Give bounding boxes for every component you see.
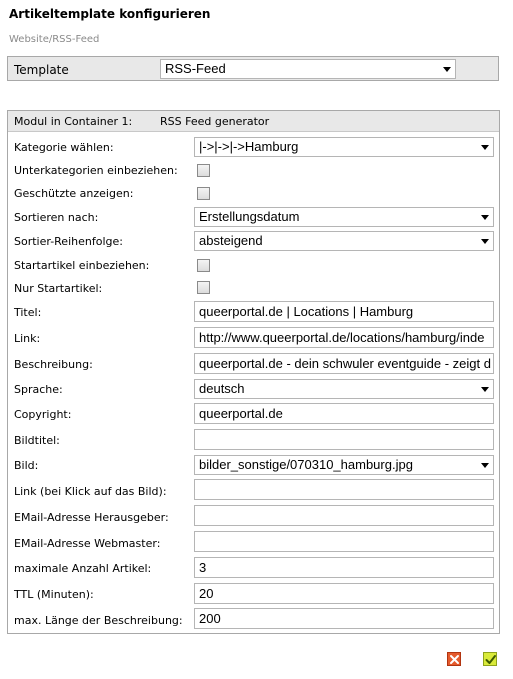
geschuetzte-checkbox[interactable] — [197, 187, 210, 200]
email-herausgeber-label: EMail-Adresse Herausgeber: — [14, 511, 169, 524]
titel-input[interactable]: queerportal.de | Locations | Hamburg — [194, 301, 494, 322]
breadcrumb: Website/RSS-Feed — [9, 34, 100, 45]
ok-button[interactable] — [483, 652, 497, 666]
max-artikel-input[interactable]: 3 — [194, 557, 494, 578]
max-laenge-input[interactable]: 200 — [194, 608, 494, 629]
copyright-input[interactable]: queerportal.de — [194, 403, 494, 424]
bild-select[interactable]: bilder_sonstige/070310_hamburg.jpg — [194, 455, 494, 475]
email-webmaster-input[interactable] — [194, 531, 494, 552]
sprache-label: Sprache: — [14, 383, 63, 396]
link-label: Link: — [14, 332, 41, 345]
close-icon — [450, 655, 459, 664]
bildtitel-input[interactable] — [194, 429, 494, 450]
template-select[interactable]: RSS-Feed — [160, 59, 456, 79]
sortieren-select[interactable]: Erstellungsdatum — [194, 207, 494, 227]
chevron-down-icon — [481, 239, 489, 244]
link-input[interactable]: http://www.queerportal.de/locations/hamb… — [194, 327, 494, 348]
module-panel: Modul in Container 1: RSS Feed generator… — [7, 110, 500, 634]
reihenfolge-select[interactable]: absteigend — [194, 231, 494, 251]
module-header: Modul in Container 1: RSS Feed generator — [8, 111, 499, 132]
chevron-down-icon — [481, 145, 489, 150]
chevron-down-icon — [481, 215, 489, 220]
unterkategorien-label: Unterkategorien einbeziehen: — [14, 164, 178, 177]
beschreibung-label: Beschreibung: — [14, 358, 93, 371]
beschreibung-input[interactable]: queerportal.de - dein schwuler eventguid… — [194, 353, 494, 374]
template-bar: Template RSS-Feed — [7, 56, 499, 81]
sprache-select[interactable]: deutsch — [194, 379, 494, 399]
unterkategorien-checkbox[interactable] — [197, 164, 210, 177]
nur-startartikel-checkbox[interactable] — [197, 281, 210, 294]
copyright-label: Copyright: — [14, 408, 72, 421]
cancel-button[interactable] — [447, 652, 461, 666]
module-header-value: RSS Feed generator — [160, 115, 270, 128]
chevron-down-icon — [443, 67, 451, 72]
kategorie-select-value: |->|->|->Hamburg — [199, 139, 299, 154]
sprache-select-value: deutsch — [199, 381, 245, 396]
checkmark-icon — [485, 655, 496, 664]
email-webmaster-label: EMail-Adresse Webmaster: — [14, 537, 161, 550]
kategorie-label: Kategorie wählen: — [14, 141, 114, 154]
geschuetzte-label: Geschützte anzeigen: — [14, 187, 134, 200]
bildlink-label: Link (bei Klick auf das Bild): — [14, 485, 167, 498]
ttl-label: TTL (Minuten): — [14, 588, 94, 601]
kategorie-select[interactable]: |->|->|->Hamburg — [194, 137, 494, 157]
ttl-input[interactable]: 20 — [194, 583, 494, 604]
bildtitel-label: Bildtitel: — [14, 434, 60, 447]
titel-label: Titel: — [14, 306, 42, 319]
bild-label: Bild: — [14, 459, 39, 472]
reihenfolge-select-value: absteigend — [199, 233, 263, 248]
bild-select-value: bilder_sonstige/070310_hamburg.jpg — [199, 457, 413, 472]
template-label: Template — [14, 63, 69, 77]
max-laenge-label: max. Länge der Beschreibung: — [14, 614, 183, 627]
page-title: Artikeltemplate konfigurieren — [9, 7, 211, 21]
template-select-value: RSS-Feed — [165, 61, 226, 76]
email-herausgeber-input[interactable] — [194, 505, 494, 526]
sortieren-label: Sortieren nach: — [14, 211, 99, 224]
sortieren-select-value: Erstellungsdatum — [199, 209, 300, 224]
bildlink-input[interactable] — [194, 479, 494, 500]
module-header-label: Modul in Container 1: — [14, 115, 133, 128]
chevron-down-icon — [481, 463, 489, 468]
max-artikel-label: maximale Anzahl Artikel: — [14, 562, 152, 575]
reihenfolge-label: Sortier-Reihenfolge: — [14, 235, 123, 248]
startartikel-checkbox[interactable] — [197, 259, 210, 272]
chevron-down-icon — [481, 387, 489, 392]
nur-startartikel-label: Nur Startartikel: — [14, 282, 103, 295]
startartikel-label: Startartikel einbeziehen: — [14, 259, 150, 272]
